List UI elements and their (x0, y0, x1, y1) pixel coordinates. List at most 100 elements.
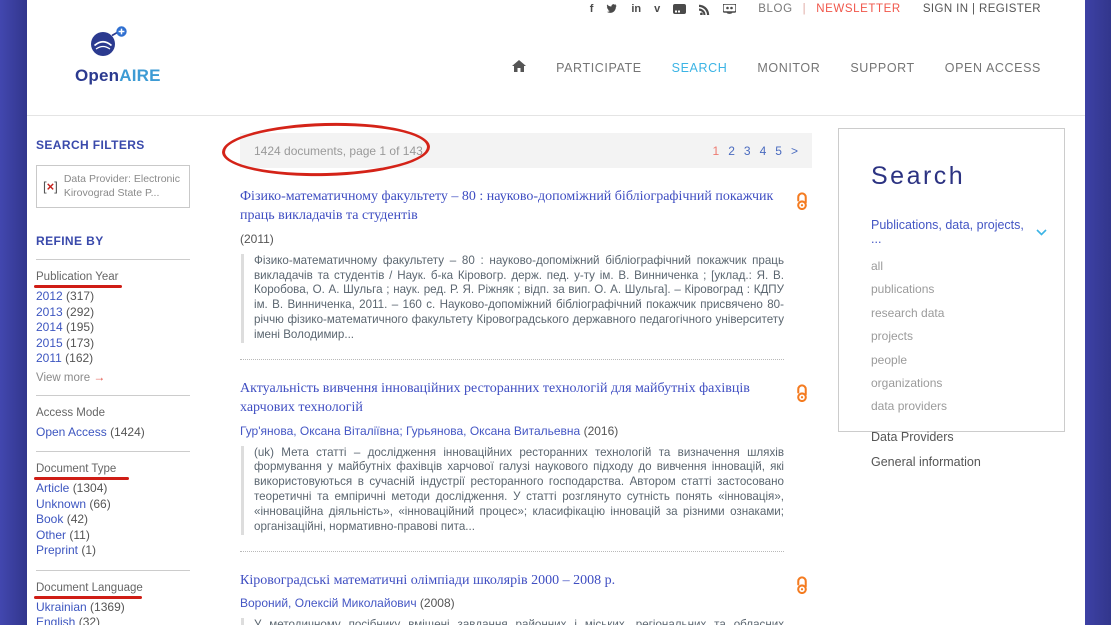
rss-icon[interactable] (699, 4, 710, 15)
filter-item: 2014 (195) (36, 320, 218, 336)
facebook-icon[interactable]: f (590, 3, 594, 15)
filter-item: Article (1304) (36, 481, 218, 497)
sidebar-divider (36, 259, 190, 260)
openaire-logo-mark (75, 26, 137, 60)
filter-link-ukrainian[interactable]: Ukrainian (36, 600, 87, 614)
filter-section-publication-year: Publication Year 2012 (317) 2013 (292) 2… (36, 269, 218, 384)
filter-link-other[interactable]: Other (36, 528, 66, 542)
topbar-separator: | (803, 3, 807, 15)
header: f in v BLOG | NEWSLETTER (27, 0, 1085, 116)
scope-option-research-data[interactable]: research data (871, 302, 1046, 325)
general-information-link[interactable]: General information (871, 455, 1046, 469)
documents-summary: 1424 documents, page 1 of 143 (254, 144, 423, 158)
red-underline-annotation (34, 596, 142, 599)
document-language-title-text: Document Language (36, 582, 143, 594)
view-more-link[interactable]: View more → (36, 370, 218, 384)
filter-count: (162) (65, 351, 93, 365)
nav-search[interactable]: SEARCH (672, 61, 728, 75)
remove-filter-button[interactable]: [×] (43, 179, 58, 194)
data-providers-link[interactable]: Data Providers (871, 430, 1046, 444)
blog-link[interactable]: BLOG (758, 3, 792, 15)
vimeo-icon[interactable]: v (654, 3, 660, 15)
filter-section-access-mode: Access Mode Open Access (1424) (36, 405, 218, 441)
main-nav: PARTICIPATE SEARCH MONITOR SUPPORT OPEN … (512, 60, 1041, 75)
filter-item: Other (11) (36, 528, 218, 544)
filter-link-2012[interactable]: 2012 (36, 289, 63, 303)
nav-monitor[interactable]: MONITOR (757, 61, 820, 75)
filter-count: (42) (67, 512, 88, 526)
document-type-title: Document Type (36, 463, 116, 475)
pagination-page-5[interactable]: 5 (775, 144, 782, 158)
result-item: Кіровоградські математичні олімпіади шко… (240, 572, 812, 625)
filter-link-english[interactable]: English (36, 615, 75, 625)
pagination-page-4[interactable]: 4 (760, 144, 767, 158)
nav-participate[interactable]: PARTICIPATE (556, 61, 642, 75)
right-edge-stripe (1085, 0, 1111, 625)
filter-item: 2013 (292) (36, 305, 218, 321)
filter-link-preprint[interactable]: Preprint (36, 543, 78, 557)
result-title-link[interactable]: Актуальність вивчення інноваційних ресто… (240, 380, 784, 418)
scope-option-data-providers[interactable]: data providers (871, 395, 1046, 418)
openaire-logo[interactable]: OpenAIRE (75, 26, 161, 86)
scope-option-publications[interactable]: publications (871, 278, 1046, 301)
topbar: f in v BLOG | NEWSLETTER (590, 3, 1041, 15)
open-access-icon (795, 575, 809, 599)
filter-section-document-language: Document Language Ukrainian (1369) Engli… (36, 580, 218, 625)
result-title-link[interactable]: Кіровоградські математичні олімпіади шко… (240, 572, 784, 591)
access-mode-title: Access Mode (36, 407, 105, 419)
filter-count: (11) (69, 528, 89, 542)
sidebar-divider (36, 451, 190, 452)
filter-count: (1424) (110, 425, 145, 439)
filter-link-2011[interactable]: 2011 (36, 351, 62, 365)
filter-item: English (32) (36, 615, 218, 625)
sidebar-divider (36, 570, 190, 571)
view-more-label: View more (36, 372, 90, 384)
result-byline: (2011) (240, 232, 784, 246)
filter-item: Book (42) (36, 512, 218, 528)
filter-link-2013[interactable]: 2013 (36, 305, 63, 319)
filter-section-document-type: Document Type Article (1304) Unknown (66… (36, 461, 218, 559)
filter-link-book[interactable]: Book (36, 512, 63, 526)
filter-link-2014[interactable]: 2014 (36, 320, 63, 334)
openaire-search-page: f in v BLOG | NEWSLETTER (0, 0, 1111, 625)
result-item: Актуальність вивчення інноваційних ресто… (240, 380, 812, 552)
publication-year-title: Publication Year (36, 271, 118, 283)
scope-option-projects[interactable]: projects (871, 325, 1046, 348)
filter-link-article[interactable]: Article (36, 481, 69, 495)
filter-item: 2011 (162) (36, 351, 218, 367)
nav-support[interactable]: SUPPORT (850, 61, 914, 75)
logo-open-text: Open (75, 66, 119, 85)
result-authors[interactable]: Вороний, Олексій Миколайович (240, 596, 417, 610)
results-column: 1424 documents, page 1 of 143 1 2 3 4 5 … (240, 133, 812, 625)
scope-option-people[interactable]: people (871, 349, 1046, 372)
search-scope-dropdown[interactable]: Publications, data, projects, ... (871, 218, 1047, 246)
twitter-icon[interactable] (606, 4, 618, 14)
home-icon[interactable] (512, 60, 526, 75)
result-title-link[interactable]: Фізико-математичному факультету – 80 : н… (240, 188, 784, 226)
youtube-icon[interactable] (673, 4, 686, 14)
filter-link-2015[interactable]: 2015 (36, 336, 63, 350)
pagination-page-1[interactable]: 1 (713, 144, 720, 158)
newsletter-link[interactable]: NEWSLETTER (816, 3, 901, 15)
document-language-title: Document Language (36, 582, 143, 594)
filter-link-unknown[interactable]: Unknown (36, 497, 86, 511)
pagination-page-2[interactable]: 2 (728, 144, 735, 158)
filter-link-open-access[interactable]: Open Access (36, 425, 107, 439)
social-links: f in v (590, 3, 737, 15)
filter-count: (32) (79, 615, 100, 625)
scope-option-all[interactable]: all (871, 255, 1046, 278)
filters-sidebar: SEARCH FILTERS [×] Data Provider: Electr… (36, 138, 218, 625)
linkedin-icon[interactable]: in (631, 3, 641, 15)
pagination-next[interactable]: > (791, 144, 798, 158)
nav-open-access[interactable]: OPEN ACCESS (945, 61, 1041, 75)
slideshare-icon[interactable] (723, 4, 736, 15)
filter-chip-label: Data Provider: Electronic Kirovograd Sta… (64, 173, 183, 200)
results-header-bar: 1424 documents, page 1 of 143 1 2 3 4 5 … (240, 133, 812, 168)
pagination-page-3[interactable]: 3 (744, 144, 751, 158)
filter-count: (66) (89, 497, 110, 511)
result-authors[interactable]: Гур'янова, Оксана Віталіївна; Гурьянова,… (240, 424, 580, 438)
filter-item: Unknown (66) (36, 497, 218, 513)
signin-register-link[interactable]: SIGN IN | REGISTER (923, 3, 1041, 15)
search-panel: Search Publications, data, projects, ...… (838, 128, 1065, 432)
scope-option-organizations[interactable]: organizations (871, 372, 1046, 395)
